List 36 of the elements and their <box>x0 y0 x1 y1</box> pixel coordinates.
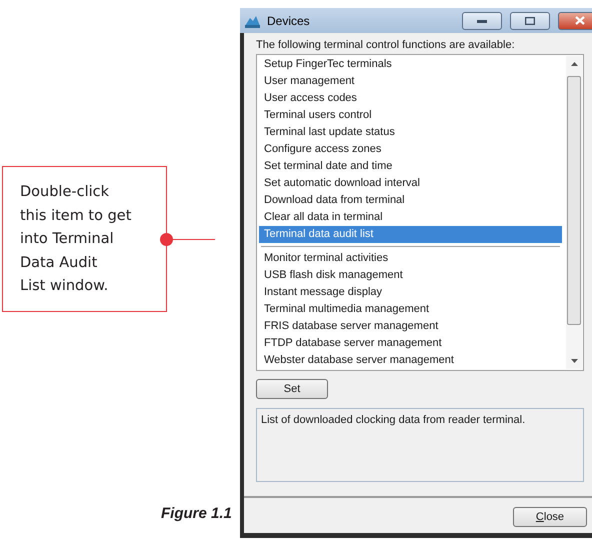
scroll-down-icon[interactable] <box>570 359 578 363</box>
function-item[interactable]: Terminal multimedia management <box>259 301 562 318</box>
figure-caption: Figure 1.1 <box>161 505 233 522</box>
function-item[interactable]: FRIS database server management <box>259 318 562 335</box>
function-item[interactable]: Instant message display <box>259 284 562 301</box>
maximize-button[interactable] <box>510 12 550 30</box>
minimize-button[interactable] <box>462 12 502 30</box>
function-item[interactable]: Download data from terminal <box>259 192 562 209</box>
minimize-icon <box>477 18 487 22</box>
function-item[interactable]: Terminal users control <box>259 107 562 124</box>
function-item[interactable]: USB flash disk management <box>259 267 562 284</box>
function-item[interactable]: User management <box>259 73 562 90</box>
set-button[interactable]: Set <box>256 379 328 399</box>
function-item[interactable]: Webster database server management <box>259 352 562 369</box>
function-item[interactable]: Set automatic download interval <box>259 175 562 192</box>
maximize-icon <box>525 16 535 24</box>
description-box: List of downloaded clocking data from reader terminal. <box>256 408 584 482</box>
close-icon <box>575 16 585 25</box>
function-item[interactable]: Configure access zones <box>259 141 562 158</box>
list-label: The following terminal control functions are available: <box>256 39 516 51</box>
close-button[interactable]: Close <box>513 507 587 527</box>
function-item[interactable]: Set terminal date and time <box>259 158 562 175</box>
function-item[interactable]: Terminal data audit list <box>259 226 562 243</box>
scrollbar-thumb[interactable] <box>567 76 581 325</box>
window-title: Devices <box>267 14 311 28</box>
callout-text: Double-click this item to get into Terminal Data Audit List window. <box>2 166 167 312</box>
function-item[interactable]: Monitor terminal activities <box>259 250 562 267</box>
function-item[interactable]: Terminal last update status <box>259 124 562 141</box>
function-item[interactable]: User access codes <box>259 90 562 107</box>
function-item[interactable]: Setup FingerTec terminals <box>259 56 562 73</box>
scrollbar[interactable] <box>566 56 582 369</box>
leader-line <box>160 232 215 246</box>
function-item[interactable]: Clear all data in terminal <box>259 209 562 226</box>
scroll-up-icon[interactable] <box>570 62 578 66</box>
function-item[interactable]: FTDP database server management <box>259 335 562 352</box>
app-icon <box>244 14 261 28</box>
